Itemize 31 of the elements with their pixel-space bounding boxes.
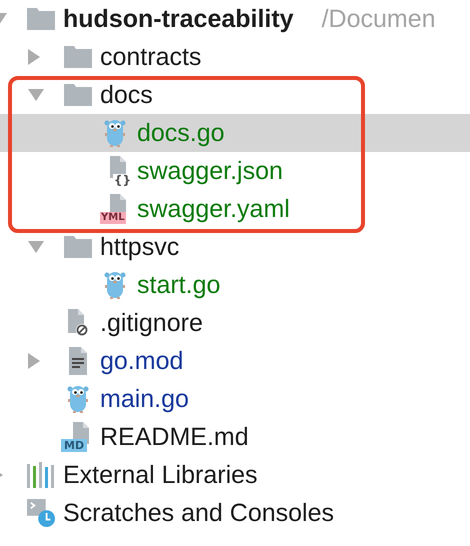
selected-row[interactable]: docs.go <box>0 114 470 152</box>
file-name[interactable]: start.go <box>137 270 220 300</box>
project-path: /Documen <box>322 4 436 34</box>
file-name[interactable]: .gitignore <box>100 308 203 338</box>
folder-name[interactable]: hudson-traceability <box>63 4 294 34</box>
file-name[interactable]: swagger.json <box>137 156 283 186</box>
gopher-icon <box>104 118 126 148</box>
folder-name[interactable]: contracts <box>100 42 202 72</box>
folder-icon <box>64 236 92 258</box>
file-name[interactable]: go.mod <box>100 346 184 376</box>
folder-name[interactable]: docs <box>100 80 153 110</box>
gopher-icon <box>67 384 89 414</box>
file-name[interactable]: Scratches and Consoles <box>63 498 334 528</box>
folder-icon <box>27 8 55 30</box>
file-name[interactable]: docs.go <box>137 118 225 148</box>
expanded-arrow-icon[interactable] <box>28 89 44 101</box>
text-file-icon <box>67 347 89 375</box>
folder-icon <box>64 46 92 68</box>
expanded-arrow-icon[interactable] <box>28 241 44 253</box>
folder-icon <box>64 84 92 106</box>
file-name[interactable]: README.md <box>100 422 249 452</box>
gopher-icon <box>104 270 126 300</box>
collapsed-arrow-icon[interactable] <box>28 49 40 65</box>
ignored-file-icon <box>66 309 90 337</box>
file-name[interactable]: main.go <box>100 384 189 414</box>
collapsed-arrow-icon[interactable] <box>28 353 40 369</box>
file-name[interactable]: swagger.yaml <box>137 194 290 224</box>
scratches-icon <box>27 498 55 528</box>
file-name[interactable]: External Libraries <box>63 460 258 490</box>
folder-name[interactable]: httpsvc <box>100 232 180 262</box>
libraries-icon <box>27 462 55 488</box>
